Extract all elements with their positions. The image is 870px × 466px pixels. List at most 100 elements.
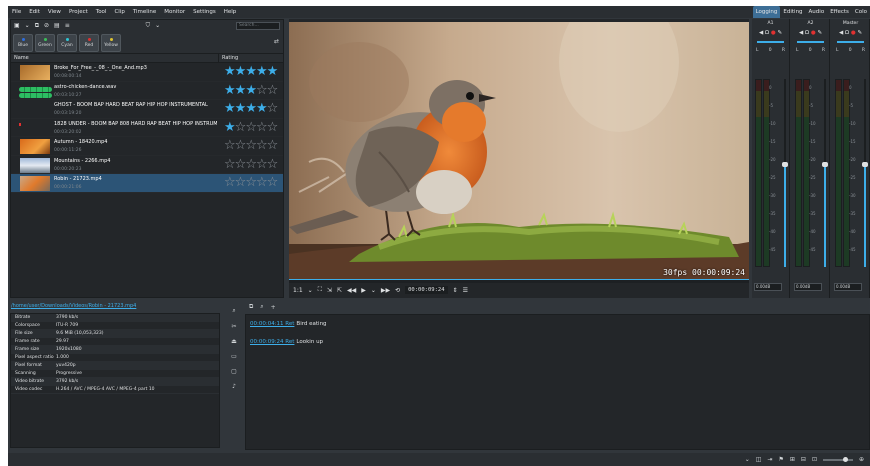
star-icon[interactable]: ☆ xyxy=(256,157,268,172)
note-timestamp-link[interactable]: 00:00:09:24 Ret xyxy=(250,339,294,345)
rating-stars[interactable]: ★★★☆☆ xyxy=(224,83,279,98)
clip-row[interactable]: GHOST - BOOM BAP HARD BEAT RAP HIP HOP I… xyxy=(11,100,283,119)
star-icon[interactable]: ★ xyxy=(235,83,247,98)
chevron-down-icon[interactable]: ⌄ xyxy=(25,20,30,32)
fader-handle[interactable] xyxy=(862,161,868,167)
clip-row[interactable]: 1828 UNDER - BOOM BAP 808 HARD RAP BEAT … xyxy=(11,119,283,137)
menu-timeline[interactable]: Timeline xyxy=(129,6,160,18)
fit-icon[interactable]: ◫ xyxy=(756,456,762,463)
clip-row[interactable]: Broke_For_Free_-_08_-_One_And.mp3 00:08:0… xyxy=(11,63,283,82)
star-icon[interactable]: ★ xyxy=(256,101,268,116)
headphones-icon[interactable]: Ω xyxy=(765,30,769,36)
track-icon[interactable]: ⊞ xyxy=(790,456,795,463)
tag-yellow[interactable]: Yellow xyxy=(101,33,121,52)
star-icon[interactable]: ☆ xyxy=(245,138,257,153)
edit-tags-icon[interactable]: ⇄ xyxy=(274,38,279,45)
volume-fader[interactable] xyxy=(822,79,828,267)
loop-icon[interactable]: ⟲ xyxy=(395,287,400,294)
star-icon[interactable]: ☆ xyxy=(267,120,279,135)
tag-cyan[interactable]: Cyan xyxy=(57,33,77,52)
image-icon[interactable]: ▭ xyxy=(231,353,237,360)
headphones-icon[interactable]: Ω xyxy=(845,30,849,36)
search-icon[interactable]: ⌕ xyxy=(232,307,235,315)
star-icon[interactable]: ☆ xyxy=(224,157,236,172)
star-icon[interactable]: ☆ xyxy=(267,157,279,172)
record-icon[interactable]: ● xyxy=(851,30,856,36)
star-icon[interactable]: ☆ xyxy=(224,175,236,190)
star-icon[interactable]: ★ xyxy=(256,64,268,79)
star-icon[interactable]: ☆ xyxy=(235,175,247,190)
timecode-field[interactable]: 00:00:09:24 xyxy=(405,286,448,294)
notes-text-area[interactable]: 00:00:04:11 Ret Bird eating 00:00:09:24 Re… xyxy=(245,314,870,450)
star-icon[interactable]: ★ xyxy=(267,64,279,79)
star-icon[interactable]: ★ xyxy=(245,101,257,116)
edit-icon[interactable]: ✎ xyxy=(857,30,862,36)
star-icon[interactable]: ☆ xyxy=(267,101,279,116)
star-icon[interactable]: ☆ xyxy=(256,120,268,135)
filter-icon[interactable]: ⛉ xyxy=(146,20,151,32)
menu-view[interactable]: View xyxy=(44,6,65,18)
menu-edit[interactable]: Edit xyxy=(25,6,44,18)
clip-row[interactable]: astro-chicken-dance.wav 00:03:10:27 ★★★☆☆ xyxy=(11,82,283,100)
set-in-icon[interactable]: ⇲ xyxy=(327,287,332,294)
zoom-in-icon[interactable]: ⊕ xyxy=(859,456,864,463)
zoom-fit-icon[interactable]: ⊡ xyxy=(812,456,817,463)
star-icon[interactable]: ☆ xyxy=(235,138,247,153)
pan-slider[interactable] xyxy=(757,41,784,43)
note-timestamp-link[interactable]: 00:00:04:11 Ret xyxy=(250,321,294,327)
star-icon[interactable]: ☆ xyxy=(235,157,247,172)
zoom-out-icon[interactable]: ⊟ xyxy=(801,456,806,463)
column-rating[interactable]: Rating xyxy=(219,54,238,62)
tab-effects[interactable]: Effects xyxy=(827,6,852,18)
scissors-icon[interactable]: ✂ xyxy=(231,323,236,330)
mute-icon[interactable]: ◀ xyxy=(759,30,763,36)
chevron-down-icon[interactable]: ⌄ xyxy=(745,456,750,463)
star-icon[interactable]: ☆ xyxy=(267,83,279,98)
clip-row[interactable]: Mountains - 2266.mp4 00:00:20:23 ☆☆☆☆☆ xyxy=(11,156,283,174)
mute-icon[interactable]: ◀ xyxy=(839,30,843,36)
spinner-icon[interactable]: ⇕ xyxy=(453,287,458,294)
tab-editing[interactable]: Editing xyxy=(780,6,805,18)
star-icon[interactable]: ★ xyxy=(224,83,236,98)
zoom-select[interactable]: 1:1 xyxy=(293,287,303,294)
clip-row[interactable]: Robin - 21723.mp4 00:00:21:06 ☆☆☆☆☆ xyxy=(11,174,283,193)
menu-monitor[interactable]: Monitor xyxy=(160,6,189,18)
tag-green[interactable]: Green xyxy=(35,33,55,52)
star-icon[interactable]: ☆ xyxy=(256,138,268,153)
volume-fader[interactable] xyxy=(862,79,868,267)
zoom-slider[interactable] xyxy=(822,456,853,462)
rating-stars[interactable]: ☆☆☆☆☆ xyxy=(224,175,279,190)
rating-stars[interactable]: ☆☆☆☆☆ xyxy=(224,138,278,153)
star-icon[interactable]: ★ xyxy=(224,101,236,116)
star-icon[interactable]: ★ xyxy=(224,64,236,79)
star-icon[interactable]: ☆ xyxy=(245,175,257,190)
star-icon[interactable]: ☆ xyxy=(256,83,268,98)
mute-icon[interactable]: ◀ xyxy=(799,30,803,36)
star-icon[interactable]: ☆ xyxy=(267,175,279,190)
menu-help[interactable]: Help xyxy=(220,6,241,18)
star-icon[interactable]: ★ xyxy=(245,64,257,79)
volume-db-field[interactable]: 0.00dB xyxy=(834,283,862,291)
video-frame[interactable]: 30fps 00:00:09:24 xyxy=(289,22,749,279)
folder-icon[interactable]: ▤ xyxy=(54,20,60,32)
star-icon[interactable]: ★ xyxy=(224,120,236,135)
edit-icon[interactable]: ✎ xyxy=(817,30,822,36)
square-icon[interactable]: ▢ xyxy=(231,368,237,375)
menu-project[interactable]: Project xyxy=(65,6,92,18)
volume-fader[interactable] xyxy=(782,79,788,267)
copy-icon[interactable]: ⧉ xyxy=(249,303,253,311)
split-icon[interactable]: ⇥ xyxy=(767,456,772,463)
record-icon[interactable]: ● xyxy=(811,30,816,36)
fader-handle[interactable] xyxy=(822,161,828,167)
star-icon[interactable]: ★ xyxy=(235,64,247,79)
star-icon[interactable]: ☆ xyxy=(245,157,257,172)
rewind-icon[interactable]: ◀◀ xyxy=(347,287,356,294)
monitor-ruler[interactable] xyxy=(289,279,749,283)
record-icon[interactable]: ● xyxy=(771,30,776,36)
star-icon[interactable]: ★ xyxy=(245,83,257,98)
chevron-down-icon[interactable]: ⌄ xyxy=(371,287,376,294)
rating-stars[interactable]: ☆☆☆☆☆ xyxy=(224,157,279,172)
add-clip-icon[interactable]: ⧉ xyxy=(35,20,39,32)
audio-icon[interactable]: ♪ xyxy=(232,383,236,390)
column-name[interactable]: Name xyxy=(11,54,219,62)
